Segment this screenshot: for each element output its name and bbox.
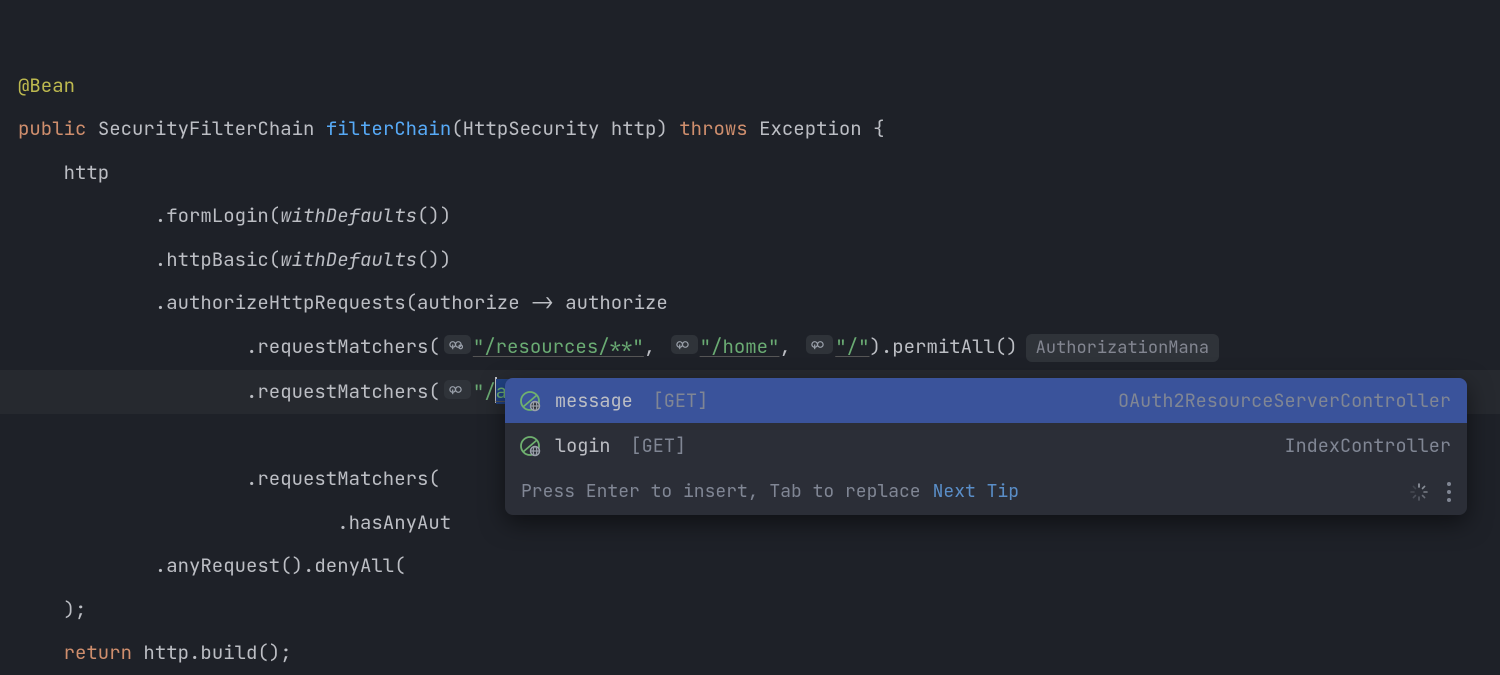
completion-item[interactable]: login [GET] IndexController bbox=[505, 423, 1467, 468]
code-line: return http.build(); bbox=[18, 640, 292, 665]
code-line: .requestMatchers( bbox=[18, 466, 440, 491]
code-line: .anyRequest().denyAll( bbox=[18, 553, 406, 578]
code-editor[interactable]: @Bean public SecurityFilterChain filterC… bbox=[0, 0, 1500, 675]
keyword-throws: throws bbox=[668, 116, 748, 141]
code-line: .requestMatchers("/resources/**", "/home… bbox=[18, 334, 1219, 359]
string-hint-icon bbox=[671, 335, 698, 354]
inline-hint[interactable]: AuthorizationMana bbox=[1026, 334, 1219, 362]
footer-hint: Press Enter to insert, Tab to replace bbox=[521, 480, 921, 503]
code-line: .hasAnyAut bbox=[18, 510, 451, 535]
more-options-icon[interactable] bbox=[1447, 482, 1451, 502]
string-hint-icon bbox=[444, 380, 471, 399]
completion-popup[interactable]: message [GET] OAuth2ResourceServerContro… bbox=[505, 378, 1467, 515]
param-name: http bbox=[599, 116, 656, 141]
completion-name: login bbox=[555, 433, 611, 458]
string-literal: "/home" bbox=[700, 334, 780, 359]
string-literal: "/" bbox=[835, 334, 869, 359]
next-tip-link[interactable]: Next Tip bbox=[933, 480, 1019, 503]
code-line: ); bbox=[18, 597, 86, 622]
completion-verb: [GET] bbox=[653, 388, 709, 413]
loading-spinner-icon bbox=[1409, 482, 1429, 502]
return-type: SecurityFilterChain bbox=[98, 116, 315, 141]
method-name: filterChain bbox=[326, 116, 451, 141]
code-line: .httpBasic(withDefaults()) bbox=[18, 247, 451, 272]
endpoint-icon bbox=[519, 435, 541, 457]
code-line: .authorizeHttpRequests(authorize -> auth… bbox=[18, 290, 668, 315]
string-hint-icon bbox=[444, 335, 471, 354]
endpoint-icon bbox=[519, 390, 541, 412]
completion-name: message bbox=[555, 388, 633, 413]
completion-item[interactable]: message [GET] OAuth2ResourceServerContro… bbox=[505, 378, 1467, 423]
completion-footer: Press Enter to insert, Tab to replace Ne… bbox=[505, 468, 1467, 515]
completion-verb: [GET] bbox=[631, 433, 687, 458]
string-hint-icon bbox=[806, 335, 833, 354]
code-line: .formLogin(withDefaults()) bbox=[18, 203, 451, 228]
completion-origin: OAuth2ResourceServerController bbox=[1118, 388, 1451, 413]
param-type: HttpSecurity bbox=[463, 116, 600, 141]
string-literal: "/resources/**" bbox=[473, 334, 644, 359]
completion-origin: IndexController bbox=[1284, 433, 1451, 458]
code-line: http bbox=[18, 160, 109, 185]
annotation: @Bean bbox=[18, 73, 75, 98]
keyword-public: public bbox=[18, 116, 86, 141]
